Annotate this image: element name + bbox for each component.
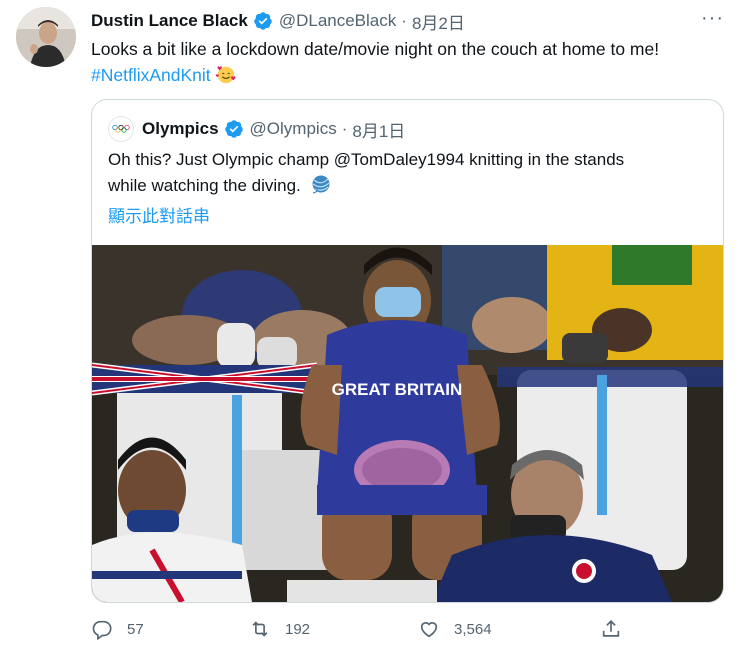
- show-thread-link[interactable]: 顯示此對話串: [108, 202, 210, 227]
- quoted-text-line1: Oh this? Just Olympic champ @TomDaley199…: [108, 150, 625, 169]
- quoted-tweet[interactable]: Olympics @Olympics · 8月1日 Oh this? Just …: [91, 99, 724, 603]
- more-options-icon[interactable]: ···: [701, 7, 724, 30]
- hashtag-link[interactable]: #NetflixAndKnit: [91, 65, 211, 85]
- retweet-button[interactable]: 192: [249, 617, 310, 641]
- share-icon: [602, 620, 620, 637]
- author-handle[interactable]: @DLanceBlack: [279, 11, 396, 31]
- tweet-text: Looks a bit like a lockdown date/movie n…: [91, 36, 731, 88]
- separator-dot: ·: [341, 119, 348, 138]
- quoted-tweet-photo[interactable]: GREAT BRITAIN: [92, 245, 723, 602]
- like-button[interactable]: 3,564: [418, 617, 492, 641]
- quoted-tweet-header: Olympics @Olympics · 8月1日: [108, 116, 405, 142]
- heart-icon: [420, 622, 438, 638]
- photo-jersey-text: GREAT BRITAIN: [332, 380, 463, 399]
- author-avatar[interactable]: [16, 7, 76, 67]
- like-count: 3,564: [454, 620, 492, 638]
- olympic-rings-icon[interactable]: [108, 116, 134, 142]
- retweet-count: 192: [285, 620, 311, 638]
- reply-count: 57: [127, 620, 144, 638]
- author-name[interactable]: Dustin Lance Black: [91, 11, 248, 31]
- tweet-header: Dustin Lance Black @DLanceBlack · 8月2日 ·…: [91, 7, 724, 34]
- quoted-text-line2: while watching the diving.: [108, 176, 301, 195]
- quoted-author-handle[interactable]: @Olympics: [250, 119, 337, 139]
- reply-button[interactable]: 57: [91, 617, 144, 641]
- quoted-tweet-date[interactable]: 8月1日: [352, 117, 405, 142]
- tweet-actions: 57 192 3,564: [91, 617, 731, 641]
- separator-dot: ·: [401, 11, 407, 30]
- retweet-icon: [252, 621, 268, 637]
- verified-badge-icon: [224, 120, 243, 138]
- tweet-text-content: Looks a bit like a lockdown date/movie n…: [91, 39, 660, 59]
- quoted-tweet-text: Oh this? Just Olympic champ @TomDaley199…: [108, 147, 708, 199]
- share-button[interactable]: [600, 617, 622, 641]
- tweet-date[interactable]: 8月2日: [412, 9, 465, 34]
- yarn-ball-icon: [312, 175, 330, 194]
- smiling-face-with-hearts-icon: [215, 66, 236, 84]
- reply-icon: [92, 620, 112, 640]
- quoted-author-name[interactable]: Olympics: [142, 119, 219, 139]
- verified-badge-icon: [254, 12, 272, 30]
